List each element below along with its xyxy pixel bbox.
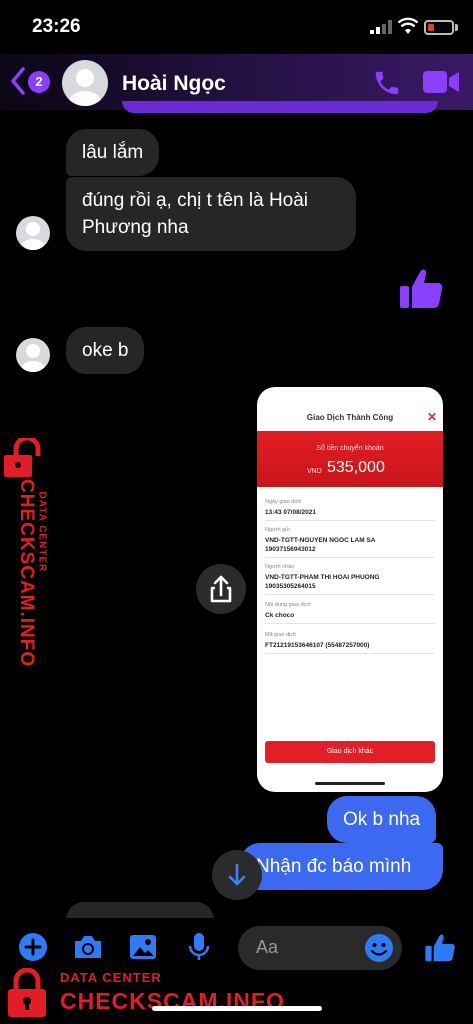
lock-icon [8,968,46,1017]
watermark-side: DATA CENTER CHECKSCAM.INFO [2,438,54,668]
receipt-field-content: Nội dung giao dịch Ck choco [265,602,435,624]
gallery-icon[interactable] [128,932,158,962]
message-bubble-received[interactable]: lâu lắm [66,129,160,176]
home-indicator [152,1006,322,1011]
receipt-field-transaction-id: Mã giao dịch FT21219153646107 (554872570… [265,632,435,654]
thumbs-up-icon[interactable] [398,266,444,312]
signal-icon [370,20,392,34]
transfer-receipt-image[interactable]: Giao Dịch Thành Công ✕ Số tiền chuyển kh… [257,387,443,792]
video-call-icon[interactable] [422,68,460,96]
watermark-small-text: DATA CENTER [60,970,162,985]
receipt-title: Giao Dịch Thành Công [306,413,394,422]
camera-icon[interactable] [72,932,104,962]
share-button[interactable] [196,564,246,614]
sender-avatar[interactable] [16,216,50,250]
share-icon [210,575,232,603]
status-bar: 23:26 [0,0,473,54]
battery-icon [424,20,454,35]
contact-name[interactable]: Hoài Ngọc [122,72,226,96]
amount-banner: Số tiền chuyển khoản VND 535,000 [257,431,443,487]
amount-label: Số tiền chuyển khoản [316,445,384,452]
watermark-bottom: DATA CENTER CHECKSCAM.INFO [0,962,473,1024]
scroll-to-bottom-button[interactable] [212,850,262,900]
amount-currency: VND [307,468,322,475]
unread-badge[interactable]: 2 [28,71,50,93]
phone-call-icon[interactable] [372,68,402,98]
receipt-field-sender: Người gửi VND-TGTT-NGUYEN NGOC LAM SA 19… [265,527,435,558]
wifi-icon [398,17,418,34]
watermark-big-text: CHECKSCAM.INFO [16,479,37,668]
watermark-small-text: DATA CENTER [36,491,48,573]
back-chevron-icon[interactable] [10,66,26,96]
status-time: 23:26 [32,16,81,37]
message-bubble-sent[interactable]: Nhận đc báo mình [240,843,443,890]
other-transaction-button: Giao dịch khác [265,741,435,763]
previous-sent-bubble [122,101,438,113]
message-bubble-sent[interactable]: Ok b nha [327,796,437,843]
plus-circle-icon[interactable] [18,932,48,962]
message-input-placeholder: Aa [256,937,279,957]
message-bubble-received[interactable]: oke b [66,327,145,374]
close-icon: ✕ [427,410,438,424]
sender-avatar[interactable] [16,338,50,372]
arrow-down-icon [228,863,246,886]
receipt-field-recipient: Người nhận VND-TGTT-PHAM THI HOAI PHUONG… [265,564,435,595]
emoji-icon[interactable] [364,933,394,963]
message-bubble-received[interactable]: đúng rồi ạ, chị t tên là Hoài Phương nha [66,177,356,251]
receipt-field-date: Ngày giao dịch 13:43 07/08/2021 [265,499,435,521]
thumbs-up-icon[interactable] [424,932,456,964]
contact-avatar[interactable] [62,60,108,106]
amount-value: 535,000 [327,459,385,476]
microphone-icon[interactable] [186,932,212,962]
lock-icon [4,438,41,477]
